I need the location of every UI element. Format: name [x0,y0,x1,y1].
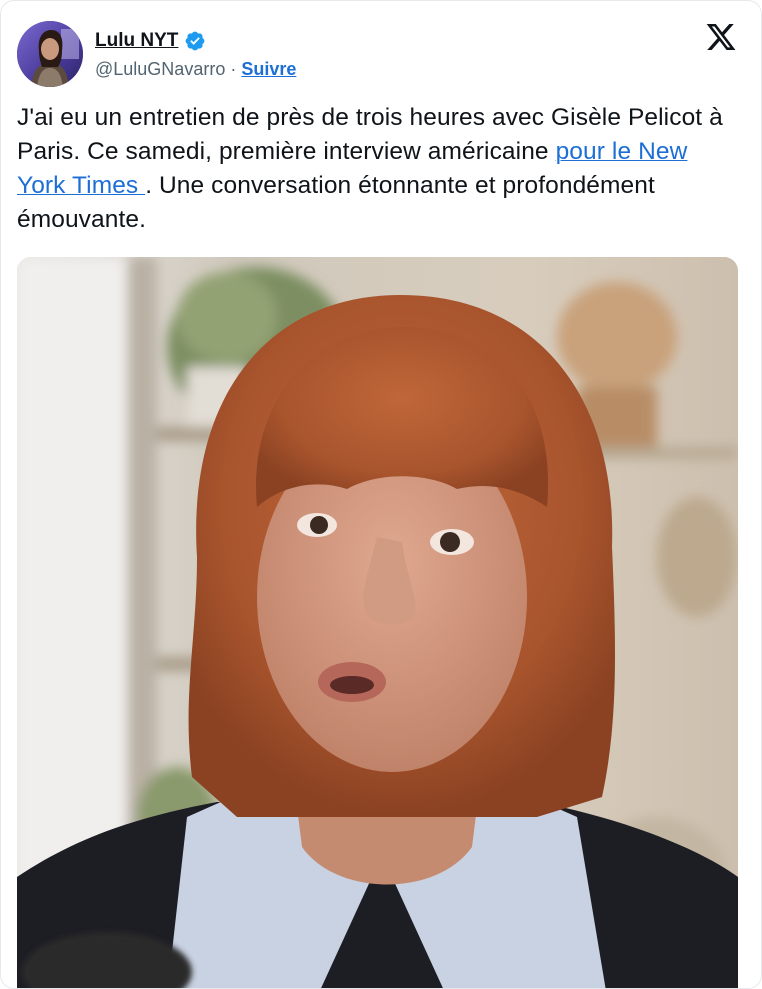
author-handle-row: @LuluGNavarro · Suivre [95,59,296,80]
author-display-name[interactable]: Lulu NYT [95,30,178,52]
tweet-text: J'ai eu un entretien de près de trois he… [17,101,737,237]
x-logo-icon[interactable] [705,21,737,53]
separator-dot: · [230,59,237,79]
tweet-card: Lulu NYT @LuluGNavarro · Suivre J'ai eu … [0,0,762,989]
portrait-photo [17,257,738,988]
author-name-row: Lulu NYT [95,29,206,53]
follow-button[interactable]: Suivre [241,59,296,80]
tweet-media[interactable] [17,257,738,988]
verified-badge-icon [185,31,205,51]
tweet-header: Lulu NYT @LuluGNavarro · Suivre [17,21,745,87]
author-handle[interactable]: @LuluGNavarro [95,59,225,80]
profile-avatar[interactable] [17,21,83,87]
